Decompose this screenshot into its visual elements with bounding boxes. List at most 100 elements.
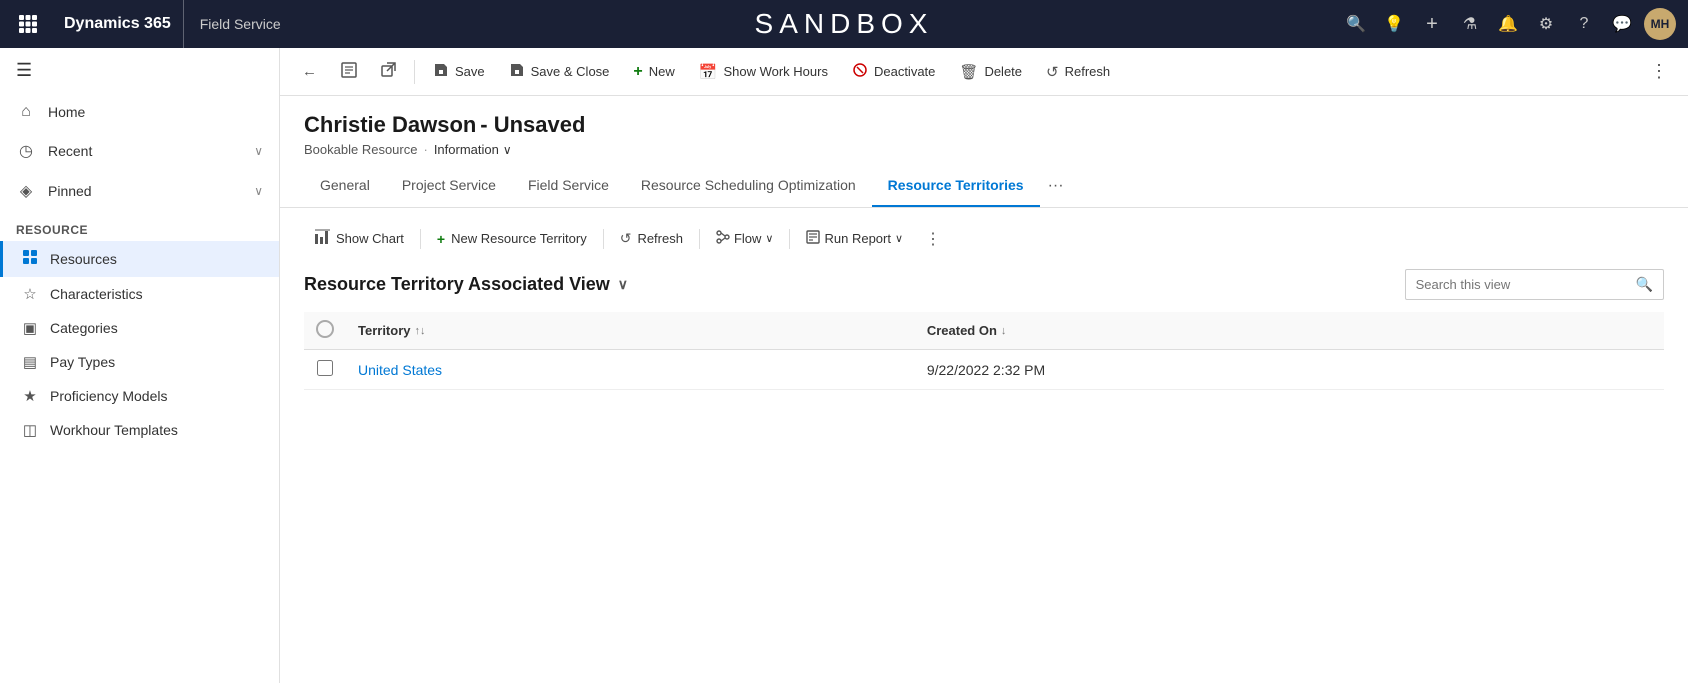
record-title-row: Christie Dawson - Unsaved xyxy=(304,112,1664,138)
refresh-icon: ↺ xyxy=(1046,63,1059,81)
run-report-label: Run Report xyxy=(824,231,890,246)
delete-label: Delete xyxy=(984,64,1022,79)
search-box: 🔍 xyxy=(1405,269,1664,300)
deactivate-icon xyxy=(852,62,868,82)
refresh-button[interactable]: ↺ Refresh xyxy=(1036,57,1120,87)
app-title[interactable]: Dynamics 365 xyxy=(52,0,184,48)
new-resource-territory-button[interactable]: + New Resource Territory xyxy=(427,226,597,252)
row-checkbox-cell[interactable] xyxy=(304,350,346,390)
table-row: United States 9/22/2022 2:32 PM xyxy=(304,350,1664,390)
flow-arrow-icon: ∨ xyxy=(765,232,773,245)
sidebar-workhour-label: Workhour Templates xyxy=(50,422,178,438)
sidebar-item-pay-types[interactable]: ▤ Pay Types xyxy=(0,345,279,379)
resources-icon xyxy=(20,249,40,269)
deactivate-button[interactable]: Deactivate xyxy=(842,56,945,88)
sidebar-item-resources[interactable]: Resources xyxy=(0,241,279,277)
territory-column-header[interactable]: Territory ↑↓ xyxy=(346,312,915,350)
sidebar-item-workhour-templates[interactable]: ◫ Workhour Templates xyxy=(0,413,279,447)
delete-button[interactable]: 🗑 Delete xyxy=(949,57,1032,87)
select-all-circle[interactable] xyxy=(316,320,334,338)
sidebar-item-categories[interactable]: ▣ Categories xyxy=(0,311,279,345)
app-grid-icon[interactable] xyxy=(12,8,44,40)
tab-project-service[interactable]: Project Service xyxy=(386,165,512,207)
tab-resource-territories[interactable]: Resource Territories xyxy=(872,165,1040,207)
calendar-icon: 📅 xyxy=(699,63,718,81)
show-chart-button[interactable]: Show Chart xyxy=(304,224,414,253)
save-close-label: Save & Close xyxy=(531,64,610,79)
created-on-column-header[interactable]: Created On ↓ xyxy=(915,312,1664,350)
bell-icon[interactable]: 🔔 xyxy=(1492,8,1524,40)
lightbulb-icon[interactable]: 💡 xyxy=(1378,8,1410,40)
back-icon: ← xyxy=(302,63,317,80)
run-report-button[interactable]: Run Report ∨ xyxy=(796,225,913,252)
pinned-icon: ◈ xyxy=(16,181,36,201)
subgrid-sep-1 xyxy=(420,229,421,249)
new-button[interactable]: + New xyxy=(623,57,684,87)
avatar[interactable]: MH xyxy=(1644,8,1676,40)
filter-icon[interactable]: ⚗ xyxy=(1454,8,1486,40)
sidebar-item-characteristics[interactable]: ☆ Characteristics xyxy=(0,277,279,311)
subgrid-refresh-label: Refresh xyxy=(637,231,683,246)
territory-link[interactable]: United States xyxy=(358,362,442,378)
sidebar-item-home[interactable]: ⌂ Home xyxy=(0,93,279,131)
run-report-arrow-icon: ∨ xyxy=(895,232,903,245)
settings-icon[interactable]: ⚙ xyxy=(1530,8,1562,40)
subgrid-refresh-button[interactable]: ↺ Refresh xyxy=(610,225,693,252)
info-arrow-icon: ∨ xyxy=(503,143,512,157)
tabs-bar: General Project Service Field Service Re… xyxy=(280,165,1688,208)
view-title[interactable]: Resource Territory Associated View ∨ xyxy=(304,274,628,295)
help-icon[interactable]: ? xyxy=(1568,8,1600,40)
main-layout: ☰ ⌂ Home ◷ Recent ∨ ◈ Pinned ∨ Resource … xyxy=(0,48,1688,683)
open-window-icon xyxy=(381,62,396,81)
sidebar: ☰ ⌂ Home ◷ Recent ∨ ◈ Pinned ∨ Resource … xyxy=(0,48,280,683)
sidebar-item-proficiency-models[interactable]: ★ Proficiency Models xyxy=(0,379,279,413)
workhour-icon: ◫ xyxy=(20,421,40,439)
save-close-button[interactable]: Save & Close xyxy=(499,56,620,88)
grid-header-row: Territory ↑↓ Created On ↓ xyxy=(304,312,1664,350)
resource-type-label: Bookable Resource xyxy=(304,142,417,157)
top-nav-icons: 🔍 💡 + ⚗ 🔔 ⚙ ? 💬 MH xyxy=(1340,8,1676,40)
row-checkbox[interactable] xyxy=(317,360,333,376)
sidebar-pinned-label: Pinned xyxy=(48,183,242,199)
record-subtitle: Bookable Resource · Information ∨ xyxy=(304,142,1664,157)
tab-resource-scheduling[interactable]: Resource Scheduling Optimization xyxy=(625,165,872,207)
territory-header-label: Territory xyxy=(358,323,411,338)
view-header: Resource Territory Associated View ∨ 🔍 xyxy=(304,269,1664,300)
territory-cell: United States xyxy=(346,350,915,390)
sidebar-recent-label: Recent xyxy=(48,143,242,159)
created-on-sort-icon: ↓ xyxy=(1001,325,1007,337)
tab-general[interactable]: General xyxy=(304,165,386,207)
grid-table: Territory ↑↓ Created On ↓ xyxy=(304,312,1664,390)
categories-icon: ▣ xyxy=(20,319,40,337)
back-button[interactable]: ← xyxy=(292,57,327,86)
search-submit-button[interactable]: 🔍 xyxy=(1626,270,1663,299)
show-work-hours-button[interactable]: 📅 Show Work Hours xyxy=(689,57,838,87)
form-view-button[interactable] xyxy=(331,56,367,88)
record-header: Christie Dawson - Unsaved Bookable Resou… xyxy=(280,96,1688,165)
sidebar-item-pinned[interactable]: ◈ Pinned ∨ xyxy=(0,171,279,211)
save-label: Save xyxy=(455,64,485,79)
subgrid-toolbar: Show Chart + New Resource Territory ↺ Re… xyxy=(304,224,1664,253)
subgrid-more-button[interactable]: ⋮ xyxy=(917,225,949,253)
open-new-window-button[interactable] xyxy=(371,56,406,87)
search-icon[interactable]: 🔍 xyxy=(1340,8,1372,40)
command-bar-more-button[interactable]: ⋮ xyxy=(1642,57,1676,86)
flow-button[interactable]: Flow ∨ xyxy=(706,225,784,252)
hamburger-icon[interactable]: ☰ xyxy=(0,48,279,93)
tabs-more-button[interactable]: ··· xyxy=(1040,165,1072,207)
top-nav-bar: Dynamics 365 Field Service SANDBOX 🔍 💡 +… xyxy=(0,0,1688,48)
plus-icon[interactable]: + xyxy=(1416,8,1448,40)
search-input[interactable] xyxy=(1406,271,1626,298)
tab-field-service[interactable]: Field Service xyxy=(512,165,625,207)
info-link[interactable]: Information ∨ xyxy=(434,142,512,157)
pinned-arrow-icon: ∨ xyxy=(254,184,263,198)
select-all-header[interactable] xyxy=(304,312,346,350)
home-icon: ⌂ xyxy=(16,103,36,121)
save-button[interactable]: Save xyxy=(423,56,495,88)
view-title-text: Resource Territory Associated View xyxy=(304,274,610,295)
record-name: Christie Dawson xyxy=(304,112,476,137)
sidebar-item-recent[interactable]: ◷ Recent ∨ xyxy=(0,131,279,171)
subgrid-refresh-icon: ↺ xyxy=(620,230,632,247)
chat-icon[interactable]: 💬 xyxy=(1606,8,1638,40)
subgrid-sep-3 xyxy=(699,229,700,249)
